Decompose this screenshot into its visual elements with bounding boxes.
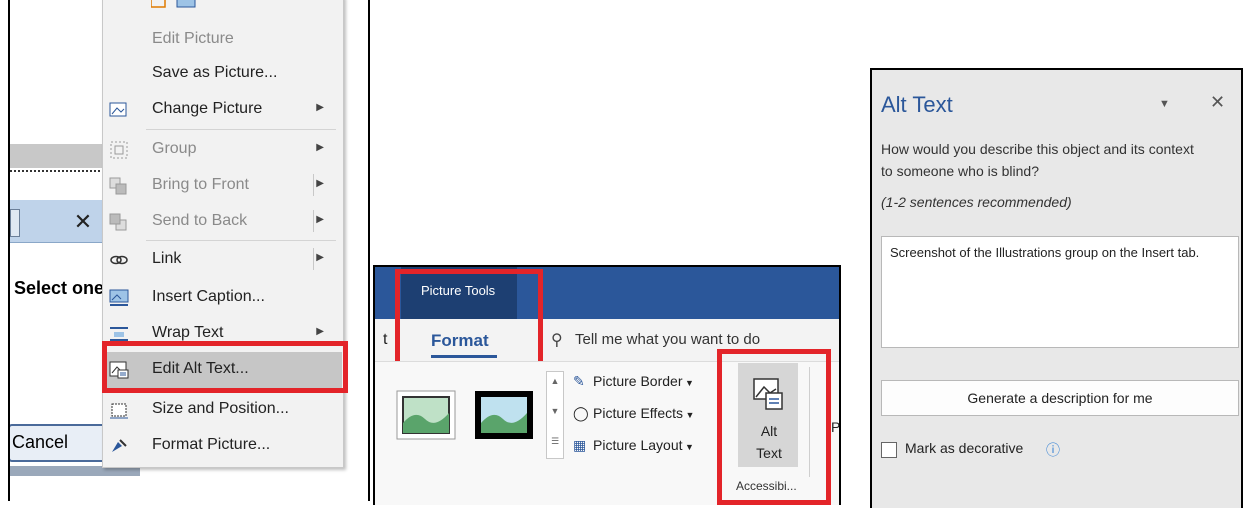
menu-item-label: Save as Picture... xyxy=(152,64,278,81)
menu-item-label: Wrap Text xyxy=(152,324,224,341)
pane-title: Alt Text xyxy=(881,92,953,117)
picture-layout-button[interactable]: ▦ Picture Layout ▼ xyxy=(573,437,694,454)
picture-effects-button[interactable]: ◯ Picture Effects ▼ xyxy=(573,405,694,422)
send-to-back-icon xyxy=(108,212,130,232)
menu-item-save-as-picture[interactable]: Save as Picture... xyxy=(102,56,342,92)
format-picture-icon xyxy=(108,436,130,456)
picture-border-icon: ✎ xyxy=(573,373,585,389)
menu-divider xyxy=(146,129,336,130)
menu-item-label: Insert Caption... xyxy=(152,288,265,305)
picture-layout-label: Picture Layout xyxy=(593,437,683,453)
scroll-up-icon[interactable]: ▲ xyxy=(547,376,563,386)
menu-item-size-and-position[interactable]: Size and Position... xyxy=(102,392,342,428)
menu-item-link[interactable]: Link ▶ xyxy=(102,242,342,278)
menu-top-icons xyxy=(151,0,196,8)
generate-description-button[interactable]: Generate a description for me xyxy=(881,380,1239,416)
search-icon[interactable]: ⚲ xyxy=(551,330,563,350)
submenu-arrow-icon: ▶ xyxy=(316,252,324,263)
menu-item-label: Send to Back xyxy=(152,212,248,229)
mark-decorative-label[interactable]: Mark as decorative xyxy=(905,440,1023,456)
insert-caption-icon xyxy=(108,288,130,308)
submenu-arrow-icon: ▶ xyxy=(316,326,324,337)
mark-decorative-checkbox[interactable] xyxy=(881,442,897,458)
scroll-down-icon[interactable]: ▼ xyxy=(547,406,563,416)
menu-item-label: Change Picture xyxy=(152,100,263,117)
menu-item-label: Bring to Front xyxy=(152,176,249,193)
picture-border-label: Picture Border xyxy=(593,373,683,389)
dialog-close-icon[interactable]: ✕ xyxy=(68,209,98,235)
chevron-down-icon[interactable]: ▼ xyxy=(1159,98,1170,110)
menu-item-label: Size and Position... xyxy=(152,400,289,417)
submenu-arrow-icon: ▶ xyxy=(316,142,324,153)
menu-item-bring-to-front[interactable]: Bring to Front ▶ xyxy=(102,168,342,204)
picture-border-button[interactable]: ✎ Picture Border ▼ xyxy=(573,373,694,390)
menu-item-label: Link xyxy=(152,250,182,267)
menu-item-change-picture[interactable]: Change Picture ▶ xyxy=(102,92,342,128)
menu-item-insert-caption[interactable]: Insert Caption... xyxy=(102,280,342,316)
dialog-cancel-label: Cancel xyxy=(12,432,69,452)
menu-item-group[interactable]: Group ▶ xyxy=(102,132,342,168)
group-icon xyxy=(108,140,130,160)
close-icon[interactable]: ✕ xyxy=(1210,92,1225,113)
ribbon-panel: Picture Tools t Format ⚲ Tell me what yo… xyxy=(373,265,841,505)
pane-hint: (1-2 sentences recommended) xyxy=(881,194,1072,210)
menu-divider xyxy=(146,240,336,241)
bring-to-front-icon xyxy=(108,176,130,196)
submenu-arrow-icon: ▶ xyxy=(316,102,324,113)
menu-item-format-picture[interactable]: Format Picture... xyxy=(102,428,342,464)
gallery-scrollbar[interactable]: ▲ ▼ ☰ xyxy=(546,371,564,459)
menu-item-label: Edit Picture xyxy=(152,30,234,47)
pane-question: How would you describe this object and i… xyxy=(881,141,1194,179)
highlight-box-edit-alt-text xyxy=(102,341,348,393)
info-icon[interactable]: ⓘ xyxy=(1046,440,1060,460)
menu-item-label: Format Picture... xyxy=(152,436,271,453)
picture-effects-label: Picture Effects xyxy=(593,405,684,421)
position-label[interactable]: Positi xyxy=(831,419,839,435)
tell-me-box[interactable]: Tell me what you want to do xyxy=(575,331,760,348)
menu-item-send-to-back[interactable]: Send to Back ▶ xyxy=(102,204,342,240)
submenu-separator xyxy=(313,210,314,232)
submenu-arrow-icon: ▶ xyxy=(316,214,324,225)
alt-text-input[interactable]: Screenshot of the Illustrations group on… xyxy=(881,236,1239,348)
highlight-box-format-tab xyxy=(395,269,543,369)
submenu-separator xyxy=(313,248,314,270)
alt-text-pane: Alt Text ▼ ✕ How would you describe this… xyxy=(870,68,1243,508)
size-position-icon xyxy=(108,400,130,420)
submenu-arrow-icon: ▶ xyxy=(316,178,324,189)
picture-effects-icon: ◯ xyxy=(573,405,589,421)
dialog-select-text: Select one xyxy=(14,278,105,298)
dialog-toolbar-button[interactable] xyxy=(10,209,20,237)
menu-item-edit-picture[interactable]: Edit Picture xyxy=(102,22,342,58)
link-icon xyxy=(108,250,130,270)
tab-partial[interactable]: t xyxy=(383,331,387,349)
change-picture-icon xyxy=(108,100,130,120)
more-styles-icon[interactable]: ☰ xyxy=(547,436,563,447)
highlight-box-alt-text xyxy=(717,349,831,505)
context-menu-panel: ✕ Select one Cancel Edit Picture Save as… xyxy=(8,0,370,501)
picture-styles-gallery[interactable] xyxy=(395,389,535,441)
menu-item-label: Group xyxy=(152,140,197,157)
picture-layout-icon: ▦ xyxy=(573,437,587,453)
submenu-separator xyxy=(313,174,314,196)
